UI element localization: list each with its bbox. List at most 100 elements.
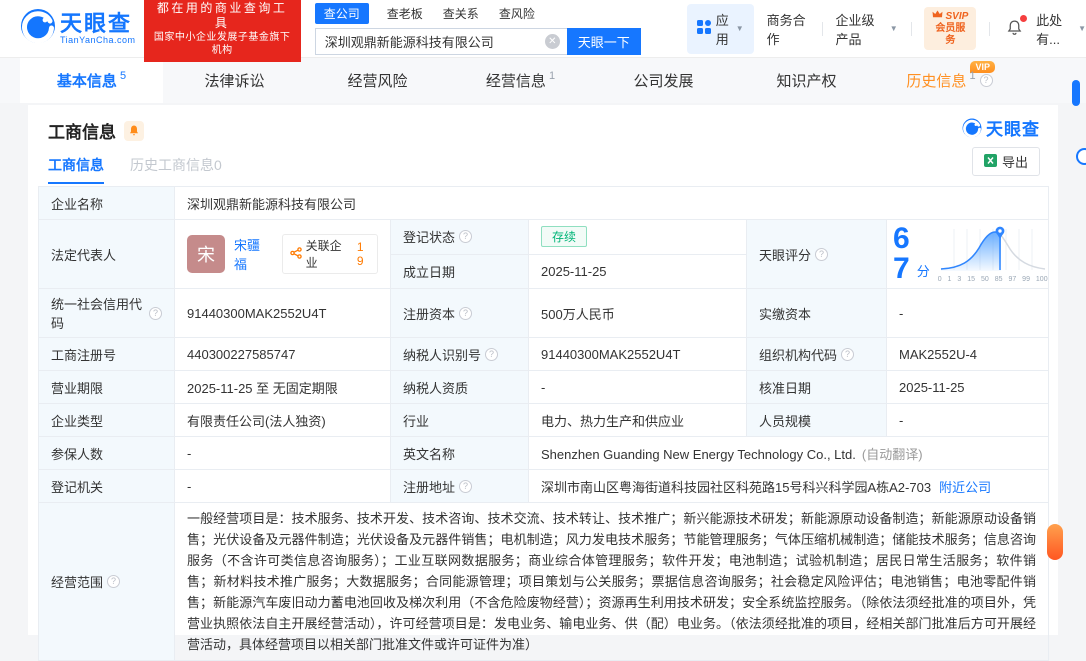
floating-widget[interactable] [1076, 148, 1086, 165]
insured-value: - [175, 437, 391, 470]
divider [989, 22, 990, 36]
chevron-down-icon: ▼ [1078, 24, 1086, 33]
field-label: 注册资本? [391, 289, 529, 338]
related-companies-badge[interactable]: 关联企业 19 [282, 234, 378, 274]
business-scope-value: 一般经营项目是：技术服务、技术开发、技术咨询、技术交流、技术转让、技术推广；新兴… [175, 503, 1049, 661]
alert-bell-icon[interactable] [124, 121, 144, 141]
floating-promo[interactable] [1047, 524, 1063, 560]
nearby-companies-link[interactable]: 附近公司 [939, 480, 991, 495]
business-cooperation-link[interactable]: 商务合作 [767, 10, 809, 48]
english-name-value: Shenzhen Guanding New Energy Technology … [529, 437, 1049, 470]
field-label: 注册地址? [391, 470, 529, 503]
brand-slogan: 都在用的商业查询工具 国家中小企业发展子基金旗下机构 [144, 0, 301, 62]
enterprise-product-menu[interactable]: 企业级产品 ▼ [835, 10, 897, 48]
reg-capital-value: 500万人民币 [529, 289, 747, 338]
field-label: 纳税人资质 [391, 371, 529, 404]
field-label: 登记状态? [391, 220, 529, 255]
credit-code-value: 91440300MAK2552U4T [175, 289, 391, 338]
top-header: 天眼查 TianYanCha.com 都在用的商业查询工具 国家中小企业发展子基… [0, 0, 1086, 57]
field-label: 经营范围? [39, 503, 175, 661]
field-label: 成立日期 [391, 254, 529, 289]
search-area: 查公司 查老板 查关系 查风险 ✕ 天眼一下 [315, 3, 641, 55]
field-label: 工商注册号 [39, 338, 175, 371]
tab-intellectual-property[interactable]: 知识产权 [735, 58, 878, 103]
logo-text: 天眼查 [60, 13, 136, 35]
relation-graph-icon [290, 247, 302, 262]
help-icon[interactable]: ? [149, 307, 162, 320]
table-row: 登记机关 - 注册地址? 深圳市南山区粤海街道科技园社区科苑路15号科兴科学园A… [39, 470, 1049, 503]
table-row: 工商注册号 440300227585747 纳税人识别号? 91440300MA… [39, 338, 1049, 371]
help-icon[interactable]: ? [485, 348, 498, 361]
score-axis-ticks: 0131550859799100 [937, 276, 1049, 284]
tianyan-score-cell: 67 分 [887, 220, 1049, 289]
tab-operating-info[interactable]: 经营信息1 [449, 58, 592, 103]
table-row: 企业名称 深圳观鼎新能源科技有限公司 [39, 187, 1049, 220]
tab-company-development[interactable]: 公司发展 [592, 58, 735, 103]
header-menu: 应用 ▼ 商务合作 企业级产品 ▼ SVIP 会员服务 此处有... ▼ [687, 4, 1086, 54]
industry-value: 电力、热力生产和供应业 [529, 404, 747, 437]
table-row: 统一社会信用代码? 91440300MAK2552U4T 注册资本? 500万人… [39, 289, 1049, 338]
table-row: 营业期限 2025-11-25 至 无固定期限 纳税人资质 - 核准日期 202… [39, 371, 1049, 404]
help-icon[interactable]: ? [815, 248, 828, 261]
search-tab-risk[interactable]: 查风险 [497, 4, 537, 23]
help-icon[interactable]: ? [459, 307, 472, 320]
search-tab-company[interactable]: 查公司 [315, 3, 369, 24]
export-button[interactable]: 导出 [972, 147, 1040, 176]
help-icon[interactable]: ? [980, 74, 993, 87]
field-label: 人员规模 [747, 404, 887, 437]
tab-legal-proceedings[interactable]: 法律诉讼 [163, 58, 306, 103]
field-label: 核准日期 [747, 371, 887, 404]
search-button[interactable]: 天眼一下 [567, 28, 641, 55]
business-info-card: 工商信息 天眼查 工商信息 历史工商信息0 导出 企业名称 深圳观鼎新能源科技有… [28, 105, 1058, 635]
field-label: 企业名称 [39, 187, 175, 220]
legal-rep-name-link[interactable]: 宋疆福 [234, 235, 273, 273]
help-icon[interactable]: ? [107, 575, 120, 588]
field-label: 登记机关 [39, 470, 175, 503]
apps-grid-icon [697, 20, 711, 37]
reg-status-value: 存续 [529, 220, 747, 255]
tab-operating-risk[interactable]: 经营风险 [306, 58, 449, 103]
reg-no-value: 440300227585747 [175, 338, 391, 371]
table-row: 法定代表人 宋 宋疆福 关联企业 19 登记状态? 存续 天眼评分? 67 [39, 220, 1049, 255]
help-icon[interactable]: ? [459, 230, 472, 243]
field-label: 行业 [391, 404, 529, 437]
search-tab-relation[interactable]: 查关系 [441, 4, 481, 23]
clear-search-icon[interactable]: ✕ [545, 34, 560, 49]
crown-icon [932, 10, 943, 23]
user-account-menu[interactable]: 此处有... ▼ [1036, 10, 1086, 48]
search-tab-boss[interactable]: 查老板 [385, 4, 425, 23]
help-icon[interactable]: ? [841, 348, 854, 361]
svip-membership-button[interactable]: SVIP 会员服务 [924, 7, 976, 50]
chevron-down-icon: ▼ [736, 24, 744, 33]
table-row: 参保人数 - 英文名称 Shenzhen Guanding New Energy… [39, 437, 1049, 470]
legal-rep-cell: 宋 宋疆福 关联企业 19 [175, 220, 391, 289]
scrollbar-thumb[interactable] [1072, 80, 1080, 106]
apps-menu[interactable]: 应用 ▼ [687, 4, 754, 54]
company-nav-tabs: 基本信息5 法律诉讼 经营风险 经营信息1 公司发展 知识产权 VIP 历史信息… [0, 57, 1086, 103]
subtab-business-info[interactable]: 工商信息 [48, 155, 104, 184]
divider [911, 22, 912, 36]
field-label: 参保人数 [39, 437, 175, 470]
authority-value: - [175, 470, 391, 503]
address-value: 深圳市南山区粤海街道科技园社区科苑路15号科兴科学园A栋A2-703附近公司 [529, 470, 1049, 503]
field-label: 统一社会信用代码? [39, 289, 175, 338]
logo-swirl-icon [20, 8, 56, 49]
company-info-table: 企业名称 深圳观鼎新能源科技有限公司 法定代表人 宋 宋疆福 关联企业 19 登… [38, 186, 1049, 661]
tab-history-info[interactable]: VIP 历史信息1 ? [878, 58, 1021, 103]
watermark-logo: 天眼查 [962, 115, 1040, 140]
divider [822, 22, 823, 36]
term-value: 2025-11-25 至 无固定期限 [175, 371, 391, 404]
notifications-bell-icon[interactable] [1006, 18, 1023, 40]
subtab-history-business-info[interactable]: 历史工商信息0 [130, 155, 222, 184]
help-icon[interactable]: ? [459, 480, 472, 493]
legal-rep-avatar[interactable]: 宋 [187, 235, 225, 273]
approve-date-value: 2025-11-25 [887, 371, 1049, 404]
field-label: 天眼评分? [747, 220, 887, 289]
search-input[interactable] [315, 28, 567, 55]
field-label: 组织机构代码? [747, 338, 887, 371]
auto-translate-note: (自动翻译) [862, 447, 923, 462]
org-code-value: MAK2552U-4 [887, 338, 1049, 371]
tab-basic-info[interactable]: 基本信息5 [20, 58, 163, 103]
score-distribution-chart: 0131550859799100 [937, 225, 1049, 284]
tianyancha-logo[interactable]: 天眼查 TianYanCha.com [20, 8, 136, 49]
